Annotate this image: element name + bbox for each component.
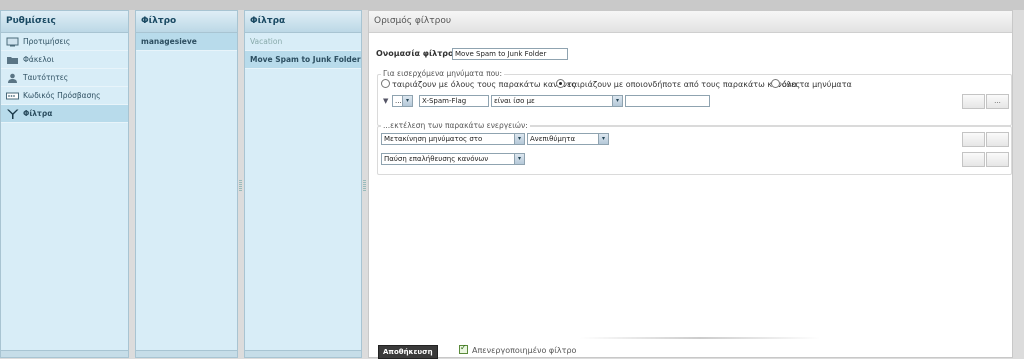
filterset-item-managesieve[interactable]: managesieve bbox=[136, 33, 237, 51]
rule-prefix-select[interactable]: ... ▾ bbox=[392, 95, 413, 107]
sidebar-item-label: Φίλτρα bbox=[23, 109, 53, 118]
settings-title: Ρυθμίσεις bbox=[1, 11, 128, 33]
remove-action-button[interactable] bbox=[986, 152, 1009, 167]
actions-legend: ...εκτέλεση των παρακάτω ενεργειών: bbox=[381, 121, 530, 130]
filter-editor-panel: Ορισμός φίλτρου Ονομασία φίλτρου: Move S… bbox=[368, 10, 1013, 359]
action1-target-select[interactable]: Ανεπιθύμητα ▾ bbox=[527, 133, 609, 145]
filter-name-label: Ονομασία φίλτρου: bbox=[376, 49, 463, 58]
sidebar-item-preferences[interactable]: Προτιμήσεις bbox=[1, 33, 128, 51]
action2-select[interactable]: Παύση επαλήθευσης κανόνων ▾ bbox=[381, 153, 525, 165]
rule-value-input[interactable] bbox=[625, 95, 710, 107]
radio-all-messages[interactable] bbox=[771, 79, 780, 88]
rule-expand-icon[interactable]: ▼ bbox=[383, 97, 388, 105]
sidebar-item-filters[interactable]: Φίλτρα bbox=[1, 105, 128, 123]
sidebar-item-label: Κωδικός Πρόσβασης bbox=[23, 91, 101, 100]
remove-rule-button[interactable]: ... bbox=[986, 94, 1009, 109]
editor-title: Ορισμός φίλτρου bbox=[369, 11, 1012, 33]
disabled-filter-checkbox[interactable] bbox=[459, 343, 468, 354]
panel-footer bbox=[245, 350, 361, 357]
sidebar-item-identities[interactable]: Ταυτότητες bbox=[1, 69, 128, 87]
remove-action-button[interactable] bbox=[986, 132, 1009, 147]
chevron-down-icon: ▾ bbox=[598, 134, 608, 144]
folder-icon bbox=[7, 57, 18, 64]
panel-footer bbox=[136, 350, 237, 357]
action1-select[interactable]: Μετακίνηση μηνύματος στο ▾ bbox=[381, 133, 525, 145]
radio-match-all[interactable] bbox=[381, 79, 390, 88]
filter-name-input[interactable]: Move Spam to Junk Folder bbox=[452, 48, 568, 60]
match-all-messages-option[interactable]: όλα τα μηνύματα bbox=[771, 79, 852, 89]
filters-panel: Φίλτρα Vacation Move Spam to Junk Folder bbox=[244, 10, 362, 358]
splitter-handle[interactable] bbox=[363, 180, 366, 192]
match-any-label: ταιριάζουν με οποιονδήποτε από τους παρα… bbox=[567, 80, 801, 89]
chevron-down-icon: ▾ bbox=[514, 154, 524, 164]
settings-panel: Ρυθμίσεις Προτιμήσεις Φάκελοι Ταυτότητες… bbox=[0, 10, 129, 358]
rule-header-input[interactable]: X-Spam-Flag bbox=[419, 95, 489, 107]
panel-footer bbox=[1, 350, 128, 357]
all-messages-label: όλα τα μηνύματα bbox=[782, 80, 852, 89]
radio-match-any[interactable] bbox=[556, 79, 565, 88]
filter-icon bbox=[7, 109, 19, 119]
password-icon bbox=[6, 92, 19, 100]
person-icon bbox=[8, 73, 17, 83]
chevron-down-icon: ▾ bbox=[612, 96, 622, 106]
monitor-icon bbox=[6, 37, 19, 47]
filterset-panel: Φίλτρο managesieve bbox=[135, 10, 238, 358]
sidebar-item-label: Φάκελοι bbox=[23, 55, 54, 64]
add-rule-button[interactable] bbox=[962, 94, 985, 109]
filterset-title: Φίλτρο bbox=[136, 11, 237, 33]
filter-item-spam[interactable]: Move Spam to Junk Folder bbox=[245, 51, 361, 69]
match-any-option[interactable]: ταιριάζουν με οποιονδήποτε από τους παρα… bbox=[556, 79, 801, 89]
add-action-button[interactable] bbox=[962, 132, 985, 147]
splitter-handle[interactable] bbox=[239, 180, 242, 192]
match-all-label: ταιριάζουν με όλους τους παρακάτω κανόνε… bbox=[392, 80, 576, 89]
disabled-filter-label: Απενεργοποιημένο φίλτρο bbox=[472, 346, 577, 355]
sidebar-item-password[interactable]: Κωδικός Πρόσβασης bbox=[1, 87, 128, 105]
save-button[interactable]: Αποθήκευση bbox=[378, 345, 438, 359]
rule-operator-select[interactable]: είναι ίσο με ▾ bbox=[491, 95, 623, 107]
add-action-button[interactable] bbox=[962, 152, 985, 167]
match-all-option[interactable]: ταιριάζουν με όλους τους παρακάτω κανόνε… bbox=[381, 79, 576, 89]
sidebar-item-label: Ταυτότητες bbox=[23, 73, 69, 82]
disabled-filter-option[interactable]: Απενεργοποιημένο φίλτρο bbox=[459, 343, 577, 355]
chevron-down-icon: ▾ bbox=[514, 134, 524, 144]
chevron-down-icon: ▾ bbox=[402, 96, 412, 106]
filter-item-vacation[interactable]: Vacation bbox=[245, 33, 361, 51]
footer-divider bbox=[580, 337, 820, 339]
sidebar-item-folders[interactable]: Φάκελοι bbox=[1, 51, 128, 69]
sidebar-item-label: Προτιμήσεις bbox=[23, 37, 71, 46]
filters-title: Φίλτρα bbox=[245, 11, 361, 33]
top-bar bbox=[0, 0, 1024, 10]
rules-legend: Για εισερχόμενα μηνύματα που: bbox=[381, 69, 505, 78]
